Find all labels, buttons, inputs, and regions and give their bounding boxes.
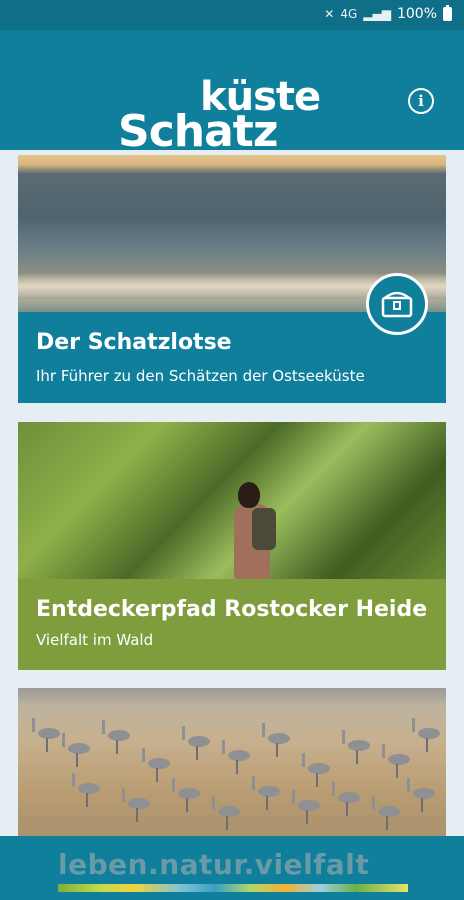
status-bar: ✕ 4G ▂▄▆ 100% xyxy=(0,0,464,30)
card-cranes[interactable] xyxy=(18,688,446,838)
card-caption: Entdeckerpfad Rostocker Heide Vielfalt i… xyxy=(18,579,446,670)
card-subtitle: Vielfalt im Wald xyxy=(36,631,154,649)
battery-icon xyxy=(443,5,452,21)
mute-icon: ✕ xyxy=(324,7,335,21)
info-icon: i xyxy=(418,92,424,110)
signal-icon: ▂▄▆ xyxy=(363,7,391,21)
cranes-image xyxy=(18,688,446,838)
card-schatzlotse[interactable]: Der Schatzlotse Ihr Führer zu den Schätz… xyxy=(18,155,446,403)
footer-tagline: leben.natur.vielfalt xyxy=(58,848,370,881)
footer-banner: leben.natur.vielfalt xyxy=(0,836,464,900)
treasure-chest-icon xyxy=(381,291,413,318)
status-icons: ✕ 4G ▂▄▆ 100% xyxy=(324,5,452,22)
treasure-chest-button[interactable] xyxy=(366,273,428,335)
card-title: Entdeckerpfad Rostocker Heide xyxy=(36,597,428,622)
color-stripe xyxy=(58,884,408,892)
logo-line-2: Schatz xyxy=(118,106,278,157)
app-header: küste Schatz i xyxy=(0,30,464,157)
card-entdeckerpfad[interactable]: Entdeckerpfad Rostocker Heide Vielfalt i… xyxy=(18,422,446,670)
battery-percentage: 100% xyxy=(396,6,437,22)
card-title: Der Schatzlotse xyxy=(36,330,232,355)
card-subtitle: Ihr Führer zu den Schätzen der Ostseeküs… xyxy=(36,367,365,385)
hiker-figure xyxy=(228,482,278,579)
forest-image xyxy=(18,422,446,579)
network-icon: 4G xyxy=(340,7,358,21)
info-button[interactable]: i xyxy=(408,88,434,114)
